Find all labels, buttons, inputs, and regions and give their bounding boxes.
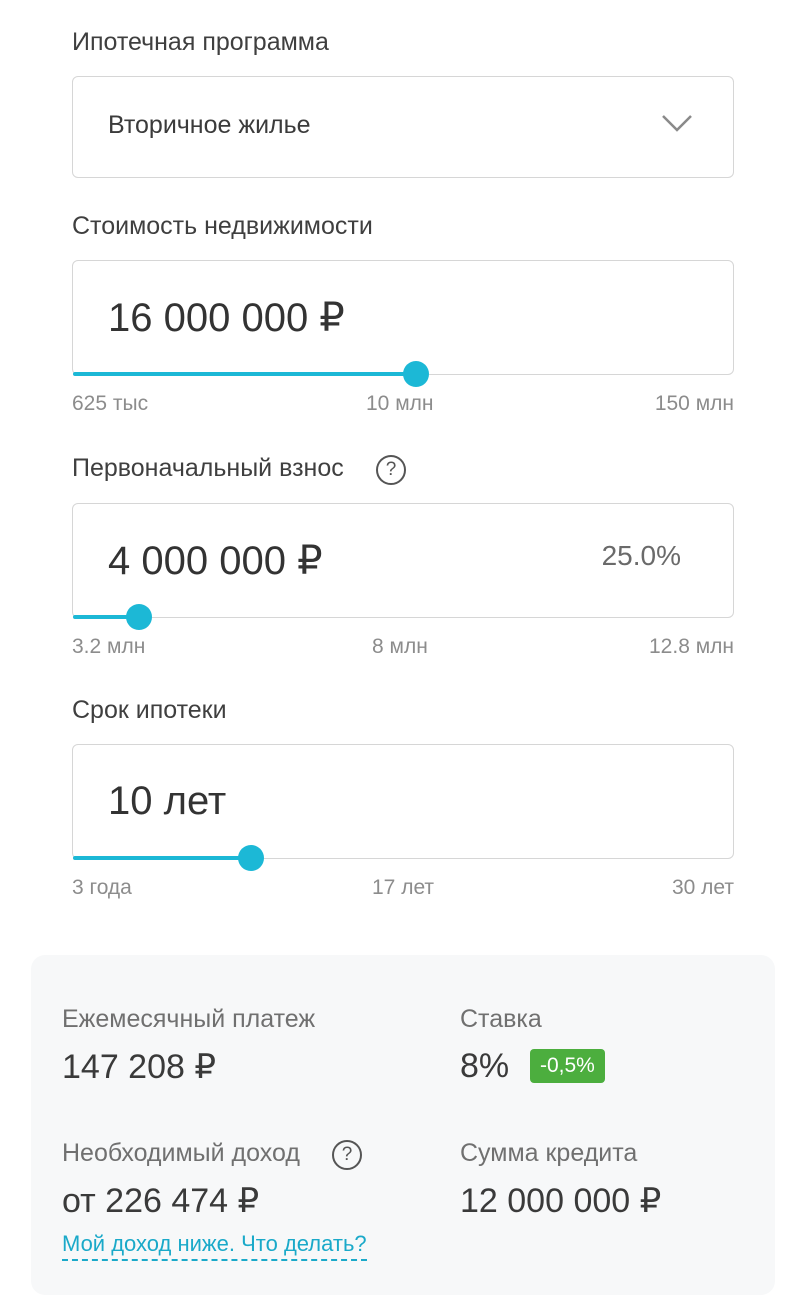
monthly-payment-label: Ежемесячный платеж — [62, 1005, 316, 1033]
down-payment-percent: 25.0% — [601, 540, 681, 571]
property-cost-slider-fill — [73, 372, 417, 376]
term-tick-max: 30 лет — [671, 876, 734, 899]
term-value[interactable]: 10 лет — [108, 779, 226, 824]
program-select-value: Вторичное жилье — [108, 111, 311, 139]
results-card: Ежемесячный платеж 147 208 ₽ Ставка 8% -… — [31, 955, 775, 1295]
loan-amount-value: 12 000 000 ₽ — [460, 1182, 662, 1220]
down-payment-label: Первоначальный взнос — [72, 454, 344, 482]
property-cost-tick-min: 625 тыс — [72, 392, 149, 415]
term-tick-mid: 17 лет — [372, 876, 435, 899]
down-payment-slider-thumb[interactable] — [126, 604, 152, 630]
required-income-value: от 226 474 ₽ — [62, 1182, 260, 1220]
down-payment-tick-min: 3.2 млн — [72, 635, 146, 658]
term-slider-fill — [73, 856, 252, 860]
required-income-label: Необходимый доход — [62, 1139, 300, 1167]
property-cost-field[interactable]: 16 000 000 ₽ — [72, 260, 734, 387]
monthly-payment-value: 147 208 ₽ — [62, 1048, 216, 1086]
term-slider-thumb[interactable] — [238, 845, 265, 871]
chevron-down-icon[interactable] — [661, 107, 693, 144]
property-cost-tick-mid: 10 млн — [366, 392, 434, 415]
down-payment-field[interactable]: 4 000 000 ₽ 25.0% — [72, 503, 734, 630]
program-label: Ипотечная программа — [72, 28, 329, 56]
question-icon[interactable]: ? — [376, 455, 406, 485]
property-cost-label: Стоимость недвижимости — [72, 212, 373, 240]
term-field[interactable]: 10 лет — [72, 744, 734, 871]
term-tick-min: 3 года — [72, 876, 132, 899]
down-payment-tick-mid: 8 млн — [372, 635, 428, 658]
question-icon[interactable]: ? — [332, 1140, 362, 1170]
property-cost-slider-thumb[interactable] — [403, 361, 430, 387]
program-select[interactable]: Вторичное жилье — [72, 76, 734, 178]
rate-label: Ставка — [460, 1005, 542, 1033]
loan-amount-label: Сумма кредита — [460, 1139, 638, 1167]
low-income-help-link[interactable]: Мой доход ниже. Что делать? — [62, 1231, 367, 1261]
down-payment-tick-max: 12.8 млн — [649, 635, 734, 658]
down-payment-value[interactable]: 4 000 000 ₽ — [108, 538, 323, 584]
property-cost-tick-max: 150 млн — [654, 392, 734, 415]
property-cost-value[interactable]: 16 000 000 ₽ — [108, 295, 345, 341]
rate-discount-badge: -0,5% — [530, 1049, 605, 1083]
term-label: Срок ипотеки — [72, 696, 227, 724]
rate-value: 8% — [460, 1047, 510, 1085]
